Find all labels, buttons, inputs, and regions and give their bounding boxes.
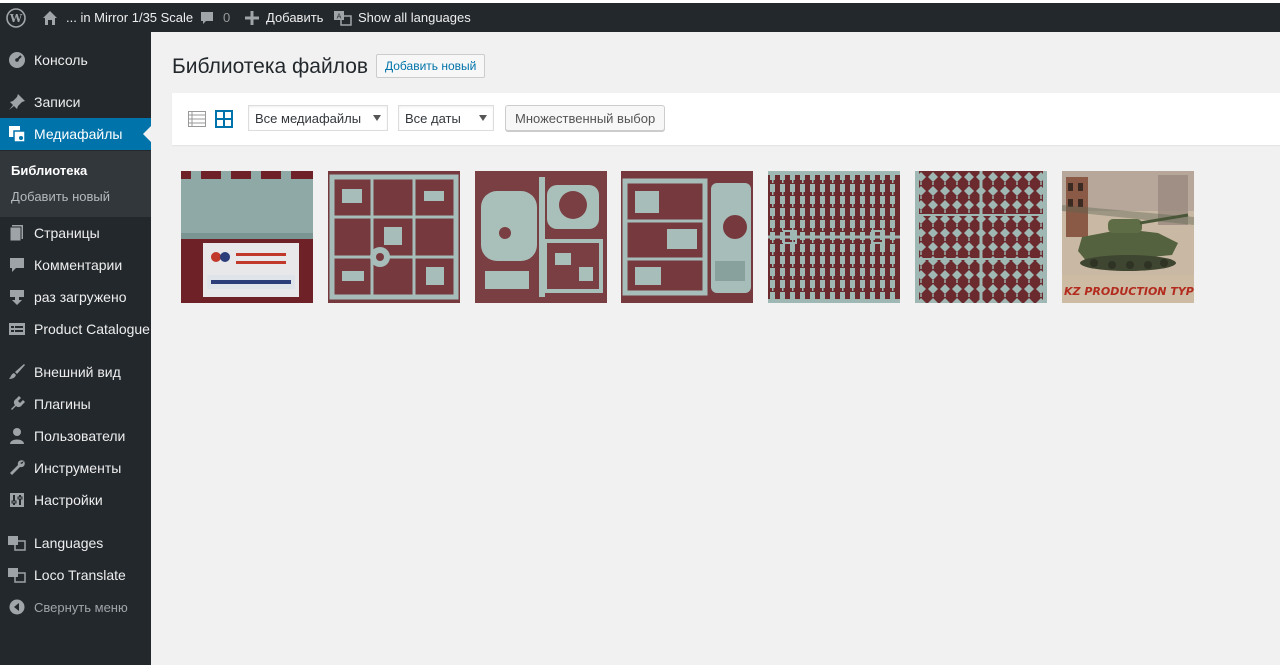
admin-sidebar: Консоль Записи Медиафайлы Библиотека Доб… — [0, 32, 151, 665]
sidebar-item-label: Консоль — [34, 52, 88, 68]
download-icon — [0, 288, 34, 306]
sidebar-item-loco-translate[interactable]: Loco Translate — [0, 559, 151, 591]
attachment-thumbnail-sprue-1[interactable] — [328, 171, 460, 303]
wordpress-logo-icon[interactable]: W — [6, 3, 26, 32]
sidebar-item-posts[interactable]: Записи — [0, 86, 151, 118]
svg-text:W: W — [9, 12, 23, 25]
translation-icon: A — [333, 8, 353, 28]
date-select[interactable]: Все даты — [398, 105, 494, 131]
attachment-thumbnail-box-art[interactable]: KZ PRODUCTION TYPE — [1062, 171, 1194, 303]
sidebar-item-product-catalogue[interactable]: Product Catalogue — [0, 313, 151, 345]
add-new-button[interactable]: Добавить новый — [376, 54, 486, 78]
settings-icon — [0, 491, 34, 509]
sidebar-item-label: Внешний вид — [34, 364, 121, 380]
attachment-thumbnail-sprue-tracks-2[interactable] — [915, 171, 1047, 303]
svg-text:KZ PRODUCTION TYPE: KZ PRODUCTION TYPE — [1064, 285, 1194, 298]
new-content-link[interactable]: Добавить — [242, 3, 323, 32]
sidebar-item-comments[interactable]: Комментарии — [0, 249, 151, 281]
date-value: Все даты — [405, 110, 461, 126]
plugin-icon — [0, 395, 34, 413]
submenu-library[interactable]: Библиотека — [11, 163, 87, 178]
attachment-thumbnail-sprue-tracks-1[interactable] — [768, 171, 900, 303]
attachment-thumbnail-decal-sheet[interactable] — [181, 171, 313, 303]
grid-view-button[interactable] — [214, 109, 234, 129]
submenu-add-new[interactable]: Добавить новый — [11, 189, 110, 204]
translation-icon — [0, 535, 34, 551]
site-name-link[interactable]: ... in Mirror 1/35 Scale — [40, 3, 193, 32]
bulk-select-button[interactable]: Множественный выбор — [505, 105, 666, 131]
comments-count: 0 — [223, 10, 231, 25]
admin-bar: W ... in Mirror 1/35 Scale 0 Добавить A … — [0, 0, 1280, 32]
sidebar-item-label: раз загружено — [34, 289, 127, 305]
sidebar-item-label: Настройки — [34, 492, 103, 508]
media-icon — [0, 125, 34, 143]
sidebar-item-users[interactable]: Пользователи — [0, 420, 151, 452]
grid-view-icon — [215, 110, 233, 128]
list-view-icon — [188, 111, 206, 127]
sidebar-item-label: Product Catalogue — [34, 321, 150, 337]
comments-link[interactable]: 0 — [197, 3, 230, 32]
languages-link[interactable]: A Show all languages — [333, 3, 471, 32]
attachment-thumbnail-sprue-hull[interactable] — [621, 171, 753, 303]
sidebar-item-label: Свернуть меню — [34, 599, 128, 615]
sidebar-item-label: Loco Translate — [34, 567, 126, 583]
new-label: Добавить — [266, 10, 324, 25]
sidebar-item-dashboard[interactable]: Консоль — [0, 44, 151, 76]
comment-bubble-icon — [197, 8, 217, 28]
page-title: Библиотека файлов — [172, 55, 369, 78]
sidebar-item-downloads[interactable]: раз загружено — [0, 281, 151, 313]
sidebar-item-tools[interactable]: Инструменты — [0, 452, 151, 484]
sidebar-item-media[interactable]: Медиафайлы — [0, 118, 151, 150]
home-icon — [40, 8, 60, 28]
page-icon — [0, 224, 34, 242]
plus-icon — [242, 8, 262, 28]
catalogue-icon — [0, 320, 34, 338]
chevron-down-icon — [479, 115, 487, 121]
media-toolbar: Все медиафайлы Все даты Множественный вы… — [172, 93, 1280, 145]
sidebar-item-pages[interactable]: Страницы — [0, 217, 151, 249]
dashboard-icon — [0, 51, 34, 69]
comment-icon — [0, 256, 34, 274]
sidebar-item-label: Инструменты — [34, 460, 122, 476]
users-icon — [0, 427, 34, 445]
sidebar-item-languages[interactable]: Languages — [0, 527, 151, 559]
pin-icon — [0, 93, 34, 111]
translation-icon — [0, 567, 34, 583]
wrench-icon — [0, 459, 34, 477]
sidebar-item-plugins[interactable]: Плагины — [0, 388, 151, 420]
sidebar-item-label: Пользователи — [34, 428, 126, 444]
site-name: ... in Mirror 1/35 Scale — [66, 10, 194, 25]
sidebar-item-label: Записи — [34, 94, 81, 110]
media-type-value: Все медиафайлы — [255, 110, 362, 126]
brush-icon — [0, 363, 34, 381]
sidebar-item-appearance[interactable]: Внешний вид — [0, 356, 151, 388]
sidebar-item-label: Медиафайлы — [34, 126, 123, 142]
collapse-menu-button[interactable]: Свернуть меню — [0, 591, 151, 623]
list-view-button[interactable] — [187, 109, 207, 129]
svg-text:A: A — [337, 12, 342, 20]
collapse-icon — [0, 599, 34, 615]
sidebar-item-settings[interactable]: Настройки — [0, 484, 151, 516]
attachment-thumbnail-sprue-turret[interactable] — [475, 171, 607, 303]
sidebar-item-label: Плагины — [34, 396, 91, 412]
media-type-select[interactable]: Все медиафайлы — [248, 105, 388, 131]
chevron-down-icon — [373, 115, 381, 121]
sidebar-item-label: Комментарии — [34, 257, 123, 273]
sidebar-item-label: Languages — [34, 535, 104, 551]
media-submenu: Библиотека Добавить новый — [0, 151, 151, 217]
languages-label: Show all languages — [358, 10, 471, 25]
sidebar-item-label: Страницы — [34, 225, 100, 241]
